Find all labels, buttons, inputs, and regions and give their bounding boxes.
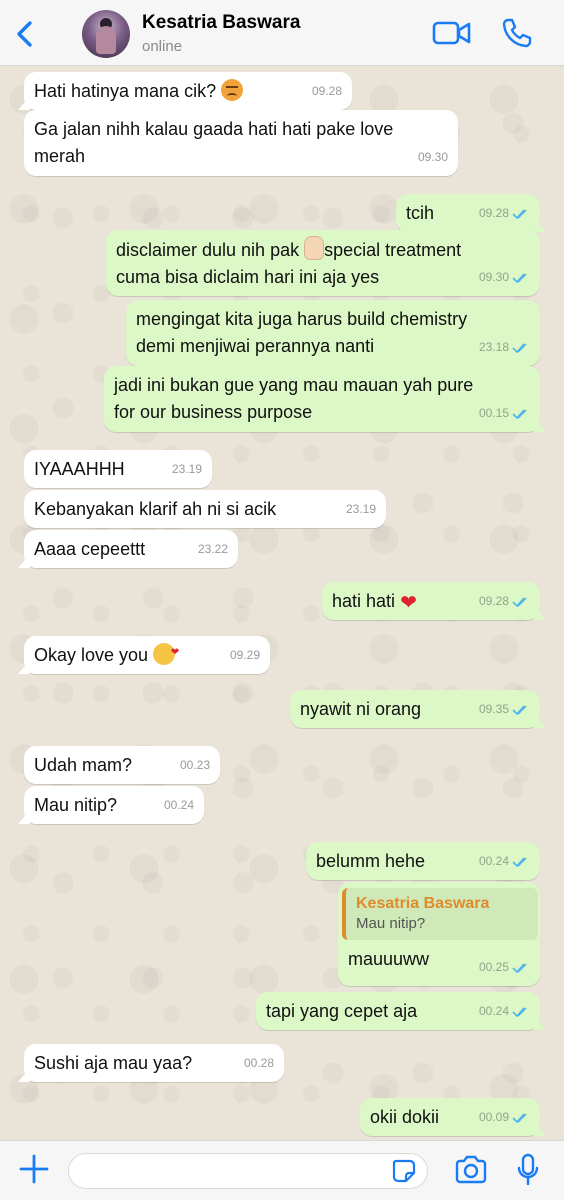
read-receipt-icon [512,272,527,283]
message-text: Kebanyakan klarif ah ni si acik [34,499,277,519]
message-time: 00.25 [478,960,509,974]
read-receipt-icon [512,962,527,973]
message-time: 00.09 [478,1110,509,1124]
message-time: 09.35 [478,702,509,716]
message-text: okii dokii [370,1107,440,1127]
message-text: Hati hatinya mana cik? [34,81,217,101]
message-text: tcih [406,203,435,223]
message-time: 00.24 [478,1004,509,1018]
message-bubble[interactable]: Ga jalan nihh kalau gaada hati hati pake… [24,110,458,176]
message-time: 00.15 [478,406,509,420]
message-bubble[interactable]: belumm hehe 00.24 [306,842,540,880]
plus-icon[interactable] [18,1153,50,1185]
read-receipt-icon [512,342,527,353]
message-time: 09.30 [478,270,509,284]
quoted-text: Mau nitip? [356,915,426,932]
message-list[interactable]: Hati hatinya mana cik? 09.28 Ga jalan ni… [0,66,564,1140]
message-bubble[interactable]: Udah mam? 00.23 [24,746,220,784]
chat-header: Kesatria Baswara online [0,0,564,66]
message-text: Ga jalan nihh kalau gaada hati hati pake… [34,119,394,139]
message-time: 09.28 [478,594,509,608]
message-text: belumm hehe [316,851,426,871]
message-bubble[interactable]: Kebanyakan klarif ah ni si acik 23.19 [24,490,386,528]
message-time: 09.29 [229,648,260,662]
message-bubble[interactable]: Aaaa cepeettt 23.22 [24,530,238,568]
message-text: tapi yang cepet aja [266,1001,418,1021]
read-receipt-icon [512,208,527,219]
back-chevron-icon[interactable] [10,18,42,50]
message-time: 09.28 [478,206,509,220]
message-bubble[interactable]: nyawit ni orang 09.35 [290,690,540,728]
contact-name[interactable]: Kesatria Baswara [142,12,300,34]
message-text: disclaimer dulu nih pak [116,240,300,260]
contact-status: online [142,38,183,55]
message-text-line2: for our business purpose [114,402,313,422]
message-bubble[interactable]: Kesatria Baswara Mau nitip? mauuuww 00.2… [338,882,540,986]
video-call-icon[interactable] [432,18,472,48]
message-time: 09.28 [311,84,342,98]
message-bubble[interactable]: Sushi aja mau yaa? 00.28 [24,1044,284,1082]
message-text: Okay love you [34,645,149,665]
read-receipt-icon [512,408,527,419]
phone-icon[interactable] [500,16,534,50]
message-text: hati hati [332,591,396,611]
avatar[interactable] [82,10,130,58]
message-text: mengingat kita juga harus build chemistr… [136,309,468,329]
message-time: 23.18 [478,340,509,354]
message-bubble[interactable]: Okay love you 09.29 [24,636,270,674]
message-time: 00.24 [478,854,509,868]
message-text-line2: cuma bisa diclaim hari ini aja yes [116,267,380,287]
message-bubble[interactable]: IYAAAHHH 23.19 [24,450,212,488]
message-text: jadi ini bukan gue yang mau mauan yah pu… [114,375,474,395]
message-time: 00.28 [243,1056,274,1070]
quoted-message[interactable]: Kesatria Baswara Mau nitip? [342,888,538,940]
message-bubble[interactable]: Hati hatinya mana cik? 09.28 [24,72,352,110]
read-receipt-icon [512,856,527,867]
message-text-line2: merah [34,146,86,166]
read-receipt-icon [512,1112,527,1123]
read-receipt-icon [512,1006,527,1017]
message-bubble[interactable]: okii dokii 00.09 [360,1098,540,1136]
message-bubble[interactable]: disclaimer dulu nih pak special treatmen… [106,230,540,296]
composer-bar [0,1140,564,1200]
message-text: Aaaa cepeettt [34,539,146,559]
quoted-author: Kesatria Baswara [356,895,490,912]
message-text: IYAAAHHH [34,459,125,479]
camera-icon[interactable] [454,1155,488,1185]
message-text: Sushi aja mau yaa? [34,1053,193,1073]
read-receipt-icon [512,704,527,715]
message-bubble[interactable]: tcih 09.28 [396,194,540,232]
message-bubble[interactable]: jadi ini bukan gue yang mau mauan yah pu… [104,366,540,432]
message-text-after: special treatment [324,240,462,260]
message-input[interactable] [68,1153,428,1189]
message-time: 23.22 [197,542,228,556]
angry-face-emoji-icon [221,79,244,101]
message-time: 00.23 [179,758,210,772]
message-text: Udah mam? [34,755,133,775]
read-receipt-icon [512,596,527,607]
red-heart-emoji-icon: ❤ [400,592,417,614]
message-text-line2: demi menjiwai perannya nanti [136,336,375,356]
message-bubble[interactable]: tapi yang cepet aja 00.24 [256,992,540,1030]
message-time: 23.19 [345,502,376,516]
sticker-icon[interactable] [392,1159,416,1183]
kissing-face-emoji-icon [153,639,179,666]
raised-hand-emoji-icon [304,236,325,260]
message-text: Mau nitip? [34,795,118,815]
microphone-icon[interactable] [516,1153,540,1187]
message-bubble[interactable]: mengingat kita juga harus build chemistr… [126,300,540,366]
message-time: 00.24 [163,798,194,812]
message-time: 23.19 [171,462,202,476]
message-text: nyawit ni orang [300,699,422,719]
message-time: 09.30 [417,150,448,164]
message-bubble[interactable]: hati hati ❤ 09.28 [322,582,540,620]
message-bubble[interactable]: Mau nitip? 00.24 [24,786,204,824]
